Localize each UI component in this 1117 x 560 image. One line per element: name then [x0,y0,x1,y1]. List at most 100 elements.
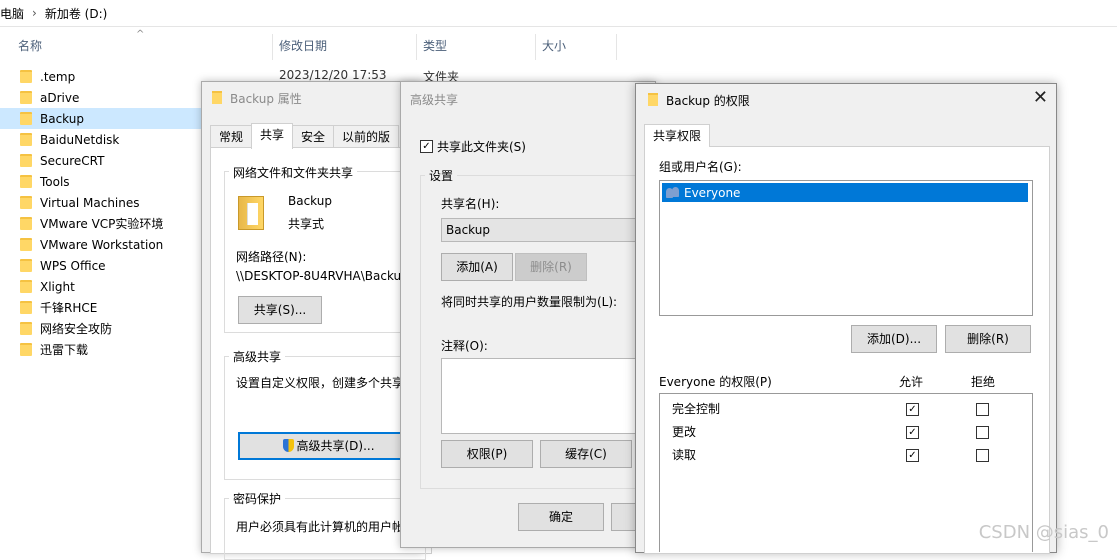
deny-change-checkbox[interactable] [976,426,989,439]
folder-icon [20,175,32,188]
tab-sharing[interactable]: 共享 [251,123,294,149]
close-icon[interactable]: ✕ [1033,87,1048,108]
folder-icon [20,217,32,230]
permission-row: 更改 [672,425,697,439]
allow-read-checkbox[interactable]: ✓ [906,449,919,462]
breadcrumb: 电脑 › 新加卷 (D:) [0,0,1117,27]
file-date: 2023/12/20 17:53 [279,68,387,82]
file-row[interactable]: SecureCRT [18,150,208,171]
folder-icon [20,196,32,209]
allow-full-control-checkbox[interactable]: ✓ [906,403,919,416]
permission-row: 完全控制 [672,402,721,416]
column-divider[interactable] [535,34,536,60]
user-name: Everyone [684,185,741,200]
folder-icon [20,322,32,335]
folder-icon [20,70,32,83]
dialog-title: Backup 属性 [230,92,302,106]
add-user-button[interactable]: 添加(D)... [851,325,937,353]
dialog-title: 高级共享 [410,93,459,107]
chevron-right-icon[interactable]: › [32,6,37,20]
file-row[interactable]: VMware VCP实验环境 [18,213,208,234]
tab-share-permissions[interactable]: 共享权限 [644,124,711,147]
permissions-panel: 组或用户名(G): Everyone 添加(D)... 删除(R) Everyo… [644,146,1050,554]
user-list[interactable]: Everyone [659,180,1033,316]
user-row-everyone[interactable]: Everyone [662,183,1028,202]
folder-icon [20,280,32,293]
file-name: Tools [40,174,70,189]
tab-previous-versions[interactable]: 以前的版 [333,125,400,148]
column-divider[interactable] [272,34,273,60]
file-row[interactable]: Xlight [18,276,208,297]
file-name: Virtual Machines [40,195,140,210]
file-name: Xlight [40,279,75,294]
file-name: 千锋RHCE [40,301,98,315]
file-row[interactable]: 千锋RHCE [18,297,208,318]
folder-icon [20,343,32,356]
column-size[interactable]: 大小 [542,34,566,58]
allow-header: 允许 [899,375,924,389]
comment-label: 注释(O): [441,339,488,353]
file-row[interactable]: Virtual Machines [18,192,208,213]
group-label: 设置 [425,167,458,184]
dialog-title: Backup 的权限 [666,94,750,108]
file-row[interactable]: 网络安全攻防 [18,318,208,339]
file-row[interactable]: aDrive [18,87,208,108]
share-folder-checkbox[interactable]: ✓ [420,140,433,153]
file-row[interactable]: Tools [18,171,208,192]
password-description: 用户必须具有此计算机的用户帐 [236,520,405,534]
breadcrumb-item-pc[interactable]: 电脑 [0,5,24,22]
remove-share-button[interactable]: 删除(R) [515,253,587,281]
share-folder-label: 共享此文件夹(S) [437,140,526,154]
column-divider[interactable] [616,34,617,60]
share-name-field[interactable]: Backup [441,218,657,242]
deny-header: 拒绝 [971,375,996,389]
tab-general[interactable]: 常规 [210,125,253,148]
breadcrumb-item-drive[interactable]: 新加卷 (D:) [45,5,107,22]
folder-icon [20,301,32,314]
folder-icon [20,259,32,272]
allow-change-checkbox[interactable]: ✓ [906,426,919,439]
column-name[interactable]: 名称 [18,34,42,58]
file-name: VMware VCP实验环境 [40,217,164,231]
group-label: 密码保护 [229,490,286,507]
folder-icon [20,91,32,104]
caching-button[interactable]: 缓存(C) [540,440,632,468]
group-label: 高级共享 [229,348,286,365]
column-divider[interactable] [416,34,417,60]
advanced-sharing-description: 设置自定义权限，创建多个共享 [236,376,405,390]
file-row[interactable]: Backup [0,108,208,129]
column-date[interactable]: 修改日期 [279,34,327,58]
column-type[interactable]: 类型 [423,34,447,58]
folder-icon [20,154,32,167]
ok-button[interactable]: 确定 [518,503,604,531]
permissions-button[interactable]: 权限(P) [441,440,533,468]
file-row[interactable]: .temp [18,66,208,87]
add-share-button[interactable]: 添加(A) [441,253,513,281]
tab-security[interactable]: 安全 [292,125,335,148]
remove-user-button[interactable]: 删除(R) [945,325,1031,353]
comment-textarea[interactable] [441,358,653,434]
file-row[interactable]: BaiduNetdisk [18,129,208,150]
share-button[interactable]: 共享(S)... [238,296,322,324]
permissions-for-label: Everyone 的权限(P) [659,375,772,389]
file-name: Backup [40,111,84,126]
share-state: 共享式 [288,217,325,231]
advanced-sharing-dialog: 高级共享 ✓ 共享此文件夹(S) 设置 共享名(H): Backup 添加(A)… [400,81,663,548]
folder-icon [648,93,658,106]
advanced-sharing-button[interactable]: 高级共享(D)... [238,432,420,460]
folder-icon [238,196,264,230]
file-name: .temp [40,69,76,84]
network-path: \\DESKTOP-8U4RVHA\Backu [236,269,402,283]
file-row[interactable]: WPS Office [18,255,208,276]
permission-row: 读取 [672,448,697,462]
group-user-label: 组或用户名(G): [659,160,742,174]
file-list: .temp aDrive Backup BaiduNetdisk SecureCRT To… [0,66,208,360]
properties-dialog: Backup 属性 常规 共享 安全 以前的版 网络文件和文件夹共享 Backu… [201,81,432,560]
deny-full-control-checkbox[interactable] [976,403,989,416]
deny-read-checkbox[interactable] [976,449,989,462]
file-row[interactable]: VMware Workstation [18,234,208,255]
file-name: 网络安全攻防 [40,322,113,336]
file-row[interactable]: 迅雷下载 [18,339,208,360]
share-name-label: 共享名(H): [441,197,500,211]
file-name: VMware Workstation [40,237,164,252]
